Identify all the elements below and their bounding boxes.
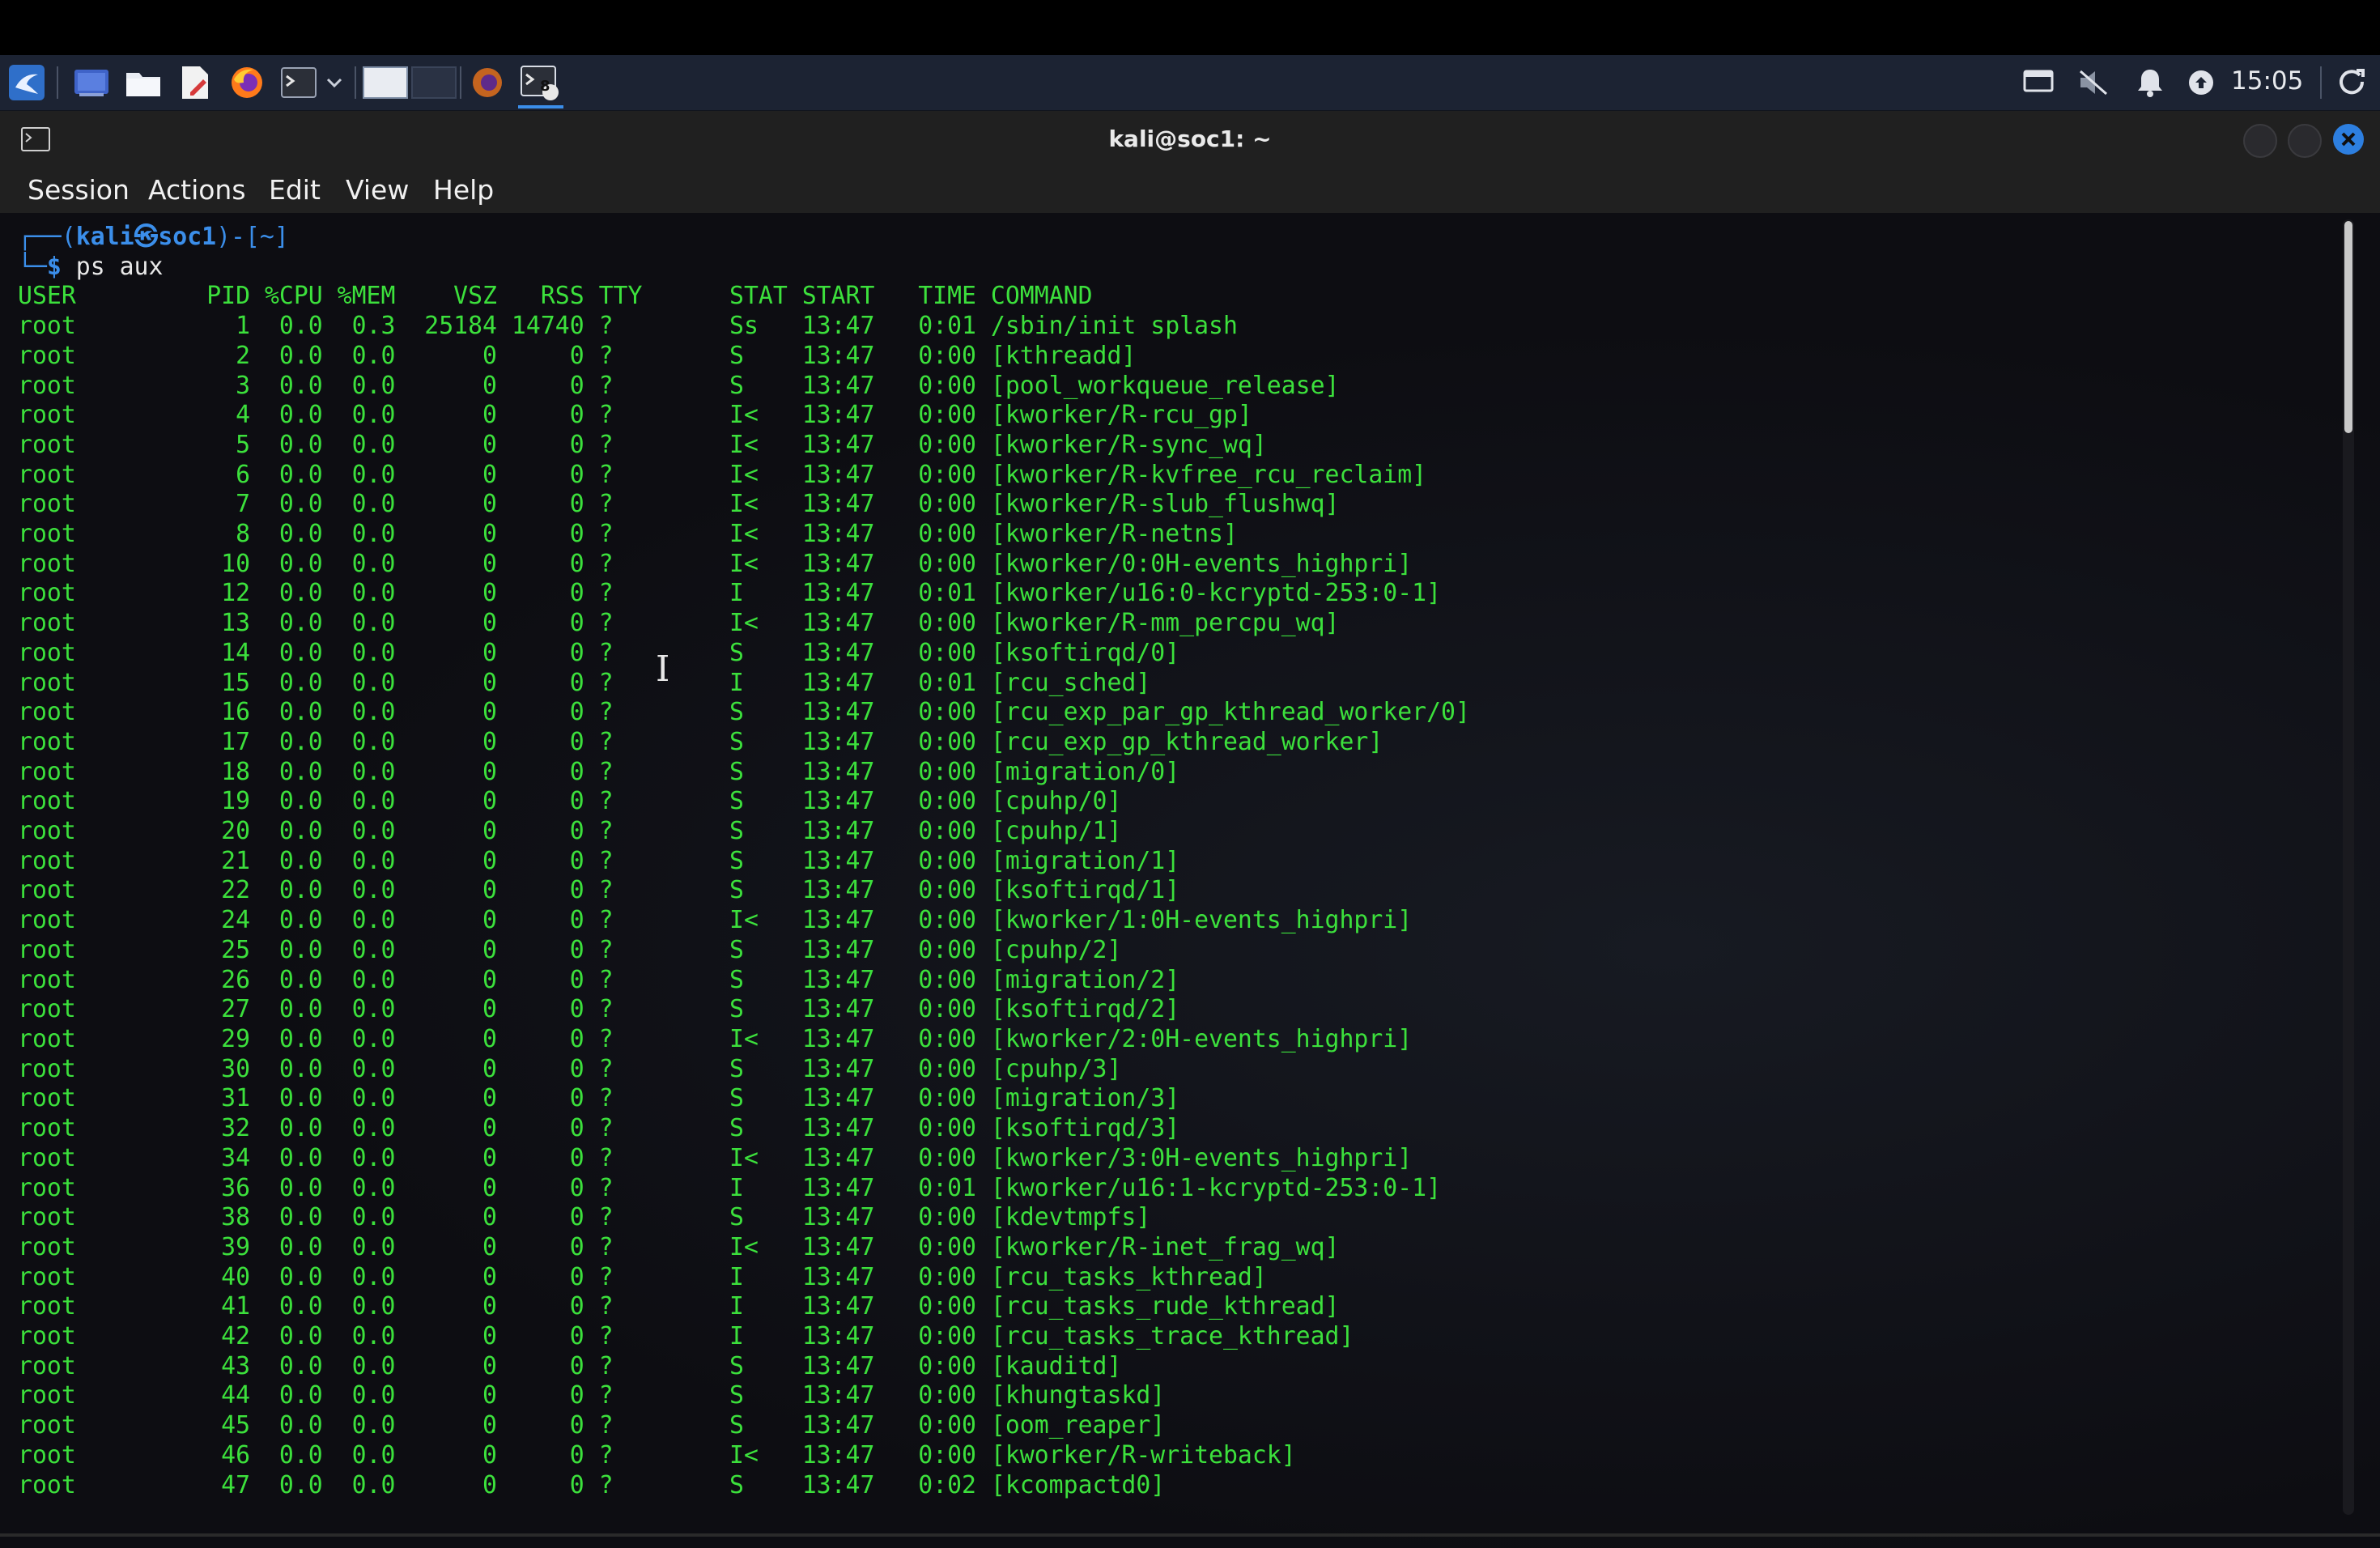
screen-icon[interactable] [2017,63,2059,102]
terminal-window-icon[interactable]: 8 [515,63,565,102]
process-row: root 18 0.0 0.0 0 0 ? S 13:47 0:00 [migr… [18,757,1180,786]
maximize-button[interactable] [2288,124,2322,158]
process-row: root 26 0.0 0.0 0 0 ? S 13:47 0:00 [migr… [18,965,1180,994]
process-row: root 38 0.0 0.0 0 0 ? S 13:47 0:00 [kdev… [18,1203,1151,1232]
process-row: root 19 0.0 0.0 0 0 ? S 13:47 0:00 [cpuh… [18,787,1122,816]
process-row: root 3 0.0 0.0 0 0 ? S 13:47 0:00 [pool_… [18,371,1340,400]
process-row: root 15 0.0 0.0 0 0 ? I 13:47 0:01 [rcu_… [18,668,1151,697]
active-window-indicator [518,105,563,108]
typed-command: ps aux [61,252,164,281]
process-row: root 30 0.0 0.0 0 0 ? S 13:47 0:00 [cpuh… [18,1054,1122,1083]
process-row: root 12 0.0 0.0 0 0 ? I 13:47 0:01 [kwor… [18,579,1442,608]
process-row: root 14 0.0 0.0 0 0 ? S 13:47 0:00 [ksof… [18,638,1180,667]
firefox-window-icon[interactable] [465,63,510,102]
menu-bar: Session Actions Edit View Help [0,168,2380,213]
window-title: kali@soc1: ~ [1108,125,1272,152]
close-icon [2341,132,2356,147]
prompt-line-1: ┌──(kali㉿soc1)-[~] [18,223,1470,253]
workspace-1[interactable] [363,63,408,102]
ps-rows: root 1 0.0 0.3 25184 14740 ? Ss 13:47 0:… [18,312,1470,1500]
process-row: root 16 0.0 0.0 0 0 ? S 13:47 0:00 [rcu_… [18,698,1470,727]
process-row: root 27 0.0 0.0 0 0 ? S 13:47 0:00 [ksof… [18,995,1180,1024]
process-row: root 31 0.0 0.0 0 0 ? S 13:47 0:00 [migr… [18,1084,1180,1113]
power-icon[interactable] [2330,63,2375,102]
menu-session[interactable]: Session [28,174,130,206]
desktop-icon[interactable] [70,63,113,102]
process-row: root 40 0.0 0.0 0 0 ? I 13:47 0:00 [rcu_… [18,1262,1267,1291]
notification-bell-icon[interactable] [2129,63,2171,102]
menu-actions[interactable]: Actions [148,174,246,206]
process-row: root 45 0.0 0.0 0 0 ? S 13:47 0:00 [oom_… [18,1411,1166,1440]
terminal-output[interactable]: ┌──(kali㉿soc1)-[~] └─$ ps aux USER PID %CP… [18,223,1470,1500]
process-row: root 44 0.0 0.0 0 0 ? S 13:47 0:00 [khun… [18,1381,1166,1410]
process-row: root 42 0.0 0.0 0 0 ? I 13:47 0:00 [rcu_… [18,1322,1354,1351]
terminal-area[interactable]: ┌──(kali㉿soc1)-[~] └─$ ps aux USER PID %CP… [0,213,2380,1548]
process-row: root 47 0.0 0.0 0 0 ? S 13:47 0:02 [kcom… [18,1470,1166,1499]
process-row: root 24 0.0 0.0 0 0 ? I< 13:47 0:00 [kwo… [18,906,1413,935]
prompt-line-2: └─$ ps aux [18,253,1470,283]
ps-header: USER PID %CPU %MEM VSZ RSS TTY STAT STAR… [18,282,1093,311]
workspace-2[interactable] [411,63,457,102]
text-cursor-icon: I [656,649,670,690]
process-row: root 36 0.0 0.0 0 0 ? I 13:47 0:01 [kwor… [18,1173,1442,1202]
process-row: root 43 0.0 0.0 0 0 ? S 13:47 0:00 [kaud… [18,1351,1122,1380]
process-row: root 6 0.0 0.0 0 0 ? I< 13:47 0:00 [kwor… [18,460,1427,489]
process-row: root 46 0.0 0.0 0 0 ? I< 13:47 0:00 [kwo… [18,1440,1296,1469]
prompt-cwd: )-[~] [216,223,289,251]
text-editor-icon[interactable] [173,63,217,102]
terminal-badge: 8 [540,78,550,95]
process-row: root 29 0.0 0.0 0 0 ? I< 13:47 0:00 [kwo… [18,1024,1413,1053]
process-row: root 1 0.0 0.3 25184 14740 ? Ss 13:47 0:… [18,312,1238,341]
process-row: root 2 0.0 0.0 0 0 ? S 13:47 0:00 [kthre… [18,341,1137,370]
dropdown-chevron-icon[interactable] [322,63,346,102]
process-row: root 7 0.0 0.0 0 0 ? I< 13:47 0:00 [kwor… [18,490,1340,519]
process-row: root 8 0.0 0.0 0 0 ? I< 13:47 0:00 [kwor… [18,520,1238,549]
volume-muted-icon[interactable] [2072,63,2114,102]
menu-edit[interactable]: Edit [269,174,321,206]
process-row: root 25 0.0 0.0 0 0 ? S 13:47 0:00 [cpuh… [18,935,1122,964]
minimize-button[interactable] [2243,124,2277,158]
update-icon[interactable] [2182,63,2220,102]
prompt-host: kali㉿soc1 [75,223,217,251]
clock[interactable]: 15:05 [2231,66,2303,96]
prompt-dollar: $ [46,252,62,281]
process-row: root 41 0.0 0.0 0 0 ? I 13:47 0:00 [rcu_… [18,1292,1340,1321]
firefox-icon[interactable] [225,63,269,102]
scrollbar-thumb[interactable] [2344,221,2352,433]
process-row: root 39 0.0 0.0 0 0 ? I< 13:47 0:00 [kwo… [18,1232,1340,1261]
window-bottom-border [0,1533,2380,1537]
process-row: root 32 0.0 0.0 0 0 ? S 13:47 0:00 [ksof… [18,1114,1180,1143]
process-row: root 5 0.0 0.0 0 0 ? I< 13:47 0:00 [kwor… [18,430,1267,459]
process-row: root 21 0.0 0.0 0 0 ? S 13:47 0:00 [migr… [18,846,1180,875]
close-button[interactable] [2333,124,2364,155]
window-titlebar[interactable]: kali@soc1: ~ [0,111,2380,168]
process-row: root 10 0.0 0.0 0 0 ? I< 13:47 0:00 [kwo… [18,549,1413,578]
prompt-prefix: ┌──( [18,223,76,251]
process-row: root 34 0.0 0.0 0 0 ? I< 13:47 0:00 [kwo… [18,1143,1413,1172]
menu-view[interactable]: View [346,174,409,206]
process-row: root 20 0.0 0.0 0 0 ? S 13:47 0:00 [cpuh… [18,817,1122,846]
prompt-corner: └─ [18,252,47,281]
file-manager-icon[interactable] [121,63,165,102]
process-row: root 17 0.0 0.0 0 0 ? S 13:47 0:00 [rcu_… [18,727,1383,756]
process-row: root 22 0.0 0.0 0 0 ? S 13:47 0:00 [ksof… [18,876,1180,905]
terminal-icon[interactable] [277,63,321,102]
top-black-bar [0,0,2380,55]
taskbar: 8 15:05 [0,55,2380,111]
process-row: root 4 0.0 0.0 0 0 ? I< 13:47 0:00 [kwor… [18,401,1252,430]
kali-menu-icon[interactable] [3,63,50,102]
menu-help[interactable]: Help [433,174,494,206]
process-row: root 13 0.0 0.0 0 0 ? I< 13:47 0:00 [kwo… [18,609,1340,638]
